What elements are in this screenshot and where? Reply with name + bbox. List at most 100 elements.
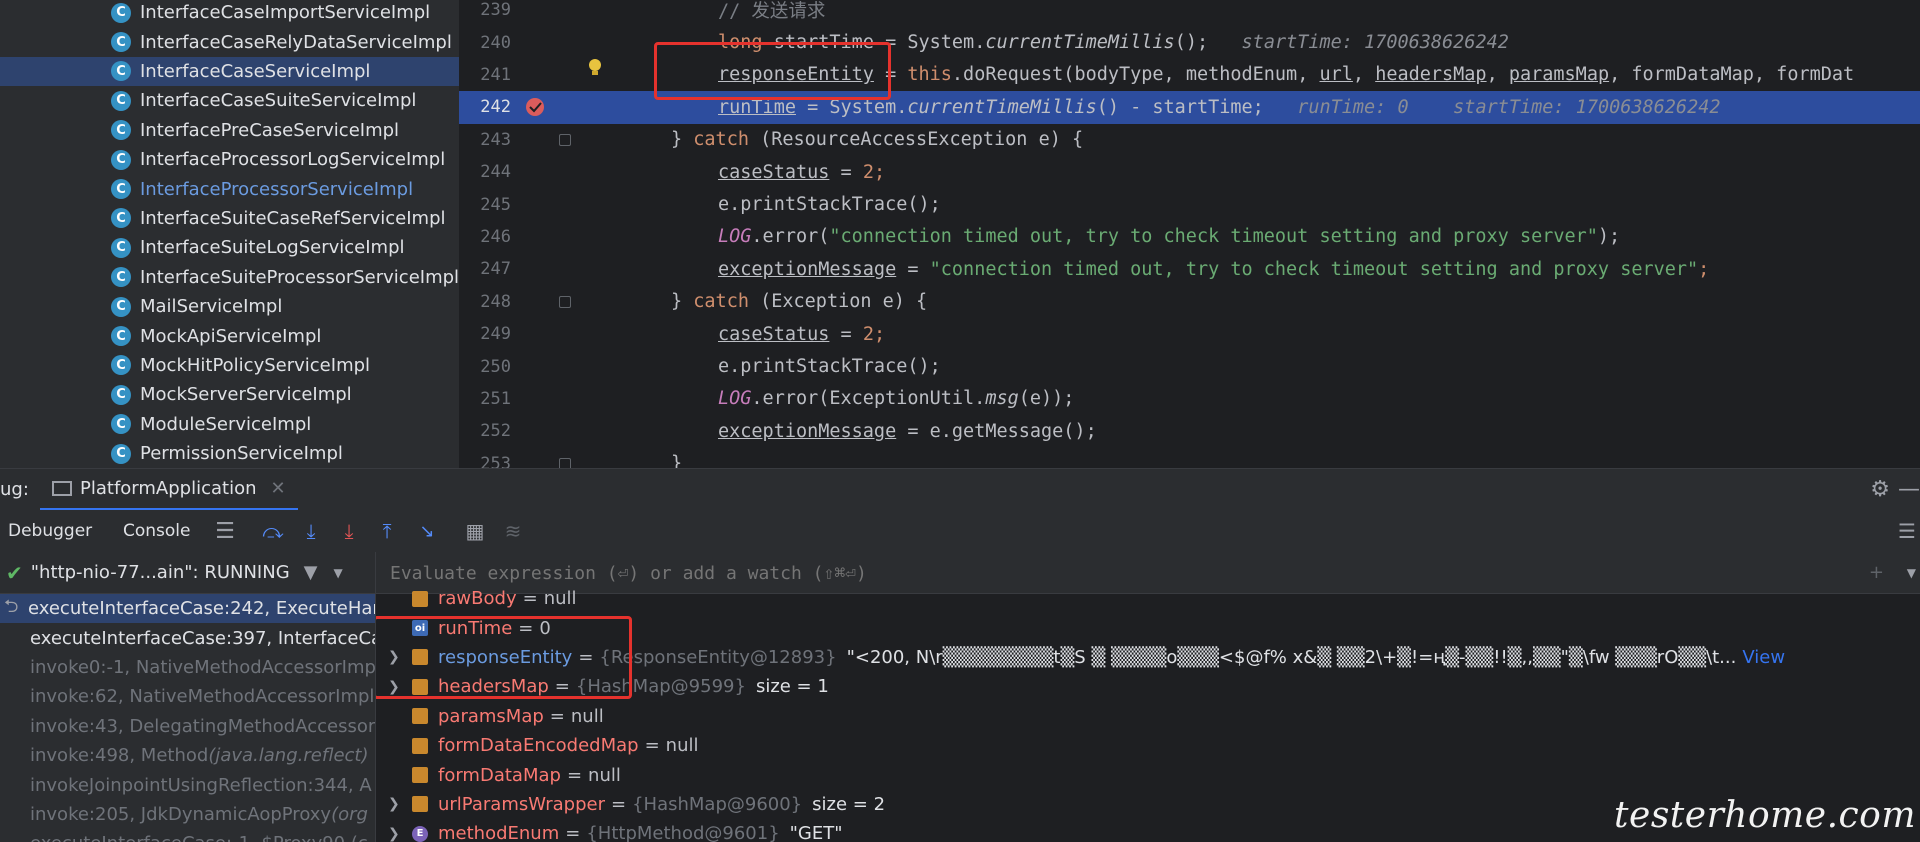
step-into-icon[interactable]: ⤓ bbox=[298, 518, 324, 544]
inline-value-hint: startTime: 1700638626242 bbox=[1453, 96, 1721, 118]
code-line[interactable]: 243} catch (ResourceAccessException e) { bbox=[459, 124, 1920, 156]
tree-item-label: MailServiceImpl bbox=[140, 296, 283, 318]
lightbulb-icon[interactable] bbox=[587, 58, 603, 78]
code-line[interactable]: 249 caseStatus = 2; bbox=[459, 318, 1920, 350]
run-to-cursor-icon[interactable]: ↘ bbox=[414, 518, 440, 544]
code-line[interactable]: 253} bbox=[459, 448, 1920, 468]
tree-item[interactable]: C MockHitPolicyServiceImpl bbox=[0, 351, 459, 380]
tab-label: PlatformApplication bbox=[80, 478, 257, 499]
code-token: = e.getMessage(); bbox=[896, 420, 1097, 442]
breakpoint-icon[interactable] bbox=[525, 97, 545, 117]
stack-frame[interactable]: invoke:205, JdkDynamicAopProxy (org bbox=[0, 800, 375, 829]
tree-item[interactable]: C InterfacePreCaseServiceImpl bbox=[0, 116, 459, 145]
line-number: 245 bbox=[480, 194, 511, 215]
frame-package: (java.lang.reflect) bbox=[208, 745, 369, 767]
layout-menu-icon[interactable]: ☰ bbox=[212, 518, 238, 544]
minimize-icon[interactable]: — bbox=[1898, 477, 1920, 502]
tree-item[interactable]: C InterfaceSuiteProcessorServiceImpl bbox=[0, 263, 459, 292]
code-line[interactable]: 250 e.printStackTrace(); bbox=[459, 350, 1920, 382]
code-token: caseStatus bbox=[718, 323, 830, 345]
step-over-icon[interactable]: ⤼ bbox=[260, 518, 286, 544]
variable-row[interactable]: formDataMap = null bbox=[376, 760, 1920, 789]
frame-label: invoke:62, NativeMethodAccessorImpl bbox=[30, 686, 375, 708]
tree-item[interactable]: C MockServerServiceImpl bbox=[0, 380, 459, 409]
view-link[interactable]: View bbox=[1742, 647, 1785, 668]
step-out-icon[interactable]: ⤒ bbox=[374, 518, 400, 544]
class-icon: C bbox=[111, 179, 131, 200]
code-token: } bbox=[671, 129, 694, 151]
tab-platform-application[interactable]: PlatformApplication ✕ bbox=[40, 469, 298, 511]
code-line[interactable]: 239 // 发送请求 bbox=[459, 0, 1920, 26]
code-editor[interactable]: 239// 发送请求 240 long startTime = System.cu… bbox=[459, 0, 1920, 468]
thread-selector[interactable]: ✔ "http-nio-77...ain": RUNNING ▼ ▼ bbox=[0, 552, 375, 594]
stack-frame[interactable]: invoke:62, NativeMethodAccessorImpl bbox=[0, 682, 375, 711]
more-icon[interactable]: ☰ bbox=[1894, 518, 1920, 544]
chevron-right-icon[interactable]: ❯ bbox=[388, 796, 400, 812]
tree-item[interactable]: C MailServiceImpl bbox=[0, 292, 459, 321]
code-line[interactable]: 244 caseStatus = 2; bbox=[459, 156, 1920, 188]
equals-sign: = bbox=[549, 705, 565, 727]
code-line[interactable]: 245 e.printStackTrace(); bbox=[459, 188, 1920, 220]
frames-panel: ✔ "http-nio-77...ain": RUNNING ▼ ▼ ⮌ exec… bbox=[0, 552, 376, 842]
class-icon: C bbox=[111, 208, 131, 229]
chevron-right-icon[interactable]: ❯ bbox=[388, 826, 400, 842]
tree-item[interactable]: C InterfaceSuiteLogServiceImpl bbox=[0, 233, 459, 262]
tree-item[interactable]: C PermissionServiceImpl bbox=[0, 439, 459, 468]
stack-frame[interactable]: invokeJoinpointUsingReflection:344, A bbox=[0, 770, 375, 799]
frame-label: executeInterfaceCase:242, ExecuteHar bbox=[28, 598, 376, 620]
tree-item-label: InterfaceCaseServiceImpl bbox=[140, 60, 371, 82]
stack-frame[interactable]: invoke:43, DelegatingMethodAccessor bbox=[0, 712, 375, 741]
check-icon: ✔ bbox=[6, 560, 23, 585]
fold-icon[interactable] bbox=[559, 134, 571, 146]
tree-item[interactable]: C ModuleServiceImpl bbox=[0, 410, 459, 439]
variable-type: {ResponseEntity@12893} bbox=[599, 646, 837, 668]
variable-row[interactable]: rawBody = null bbox=[376, 584, 1920, 613]
tree-item[interactable]: C InterfaceProcessorServiceImpl bbox=[0, 174, 459, 203]
tree-item-label: InterfaceCaseRelyDataServiceImpl bbox=[140, 31, 452, 53]
fold-icon[interactable] bbox=[559, 458, 571, 468]
equals-sign: = bbox=[566, 764, 583, 786]
stack-frame[interactable]: executeInterfaceCase:-1, $Proxy90 (c bbox=[0, 829, 375, 842]
code-line[interactable]: 251 LOG.error(ExceptionUtil.msg(e)); bbox=[459, 383, 1920, 415]
evaluate-expression-icon[interactable]: ▦ bbox=[462, 518, 488, 544]
code-token: } bbox=[671, 291, 694, 313]
code-token: this bbox=[907, 64, 952, 86]
tree-item[interactable]: C InterfaceCaseImportServiceImpl bbox=[0, 0, 459, 27]
code-token: url bbox=[1319, 64, 1353, 86]
gear-icon[interactable]: ⚙ bbox=[1870, 477, 1890, 502]
chevron-down-icon[interactable]: ▼ bbox=[1907, 566, 1916, 580]
stack-frame[interactable]: ⮌ executeInterfaceCase:242, ExecuteHar bbox=[0, 594, 376, 624]
stack-frame[interactable]: executeInterfaceCase:397, InterfaceCa bbox=[0, 623, 375, 652]
tree-item[interactable]: C InterfaceProcessorLogServiceImpl bbox=[0, 145, 459, 174]
stack-frame[interactable]: invoke:498, Method (java.lang.reflect) bbox=[0, 741, 375, 770]
code-token: paramsMap bbox=[1508, 64, 1610, 86]
tree-item[interactable]: C InterfaceCaseRelyDataServiceImpl bbox=[0, 27, 459, 56]
code-line[interactable]: 252 exceptionMessage = e.getMessage(); bbox=[459, 415, 1920, 447]
code-token: ; bbox=[873, 161, 886, 183]
field-icon bbox=[412, 767, 428, 784]
code-line[interactable]: 247 exceptionMessage = "connection timed … bbox=[459, 253, 1920, 285]
variable-name: formDataEncodedMap bbox=[438, 735, 639, 757]
fold-icon[interactable] bbox=[559, 296, 571, 308]
variable-value: "GET" bbox=[789, 823, 843, 842]
class-icon: C bbox=[111, 296, 131, 317]
force-step-into-icon[interactable]: ⤓ bbox=[336, 518, 362, 544]
tree-item[interactable]: C InterfaceCaseSuiteServiceImpl bbox=[0, 86, 459, 115]
variable-row[interactable]: formDataEncodedMap = null bbox=[376, 731, 1920, 760]
close-icon[interactable]: ✕ bbox=[270, 478, 285, 499]
code-line[interactable]: 248} catch (Exception e) { bbox=[459, 286, 1920, 318]
code-token: LOG bbox=[718, 388, 752, 410]
add-watch-icon[interactable]: + bbox=[1869, 562, 1884, 583]
field-icon bbox=[412, 590, 428, 607]
variable-row[interactable]: paramsMap = null bbox=[376, 702, 1920, 731]
filter-icon[interactable]: ▼ bbox=[304, 562, 318, 583]
tab-debugger[interactable]: Debugger bbox=[8, 510, 92, 552]
tree-item-selected[interactable]: C InterfaceCaseServiceImpl bbox=[0, 56, 459, 87]
tree-item[interactable]: C MockApiServiceImpl bbox=[0, 321, 459, 350]
return-arrow-icon: ⮌ bbox=[4, 595, 19, 617]
stack-frame[interactable]: invoke0:-1, NativeMethodAccessorImp bbox=[0, 653, 375, 682]
tab-console[interactable]: Console bbox=[123, 510, 191, 552]
code-line[interactable]: 246 LOG.error("connection timed out, try … bbox=[459, 221, 1920, 253]
chevron-down-icon[interactable]: ▼ bbox=[334, 566, 343, 580]
tree-item[interactable]: C InterfaceSuiteCaseRefServiceImpl bbox=[0, 204, 459, 233]
